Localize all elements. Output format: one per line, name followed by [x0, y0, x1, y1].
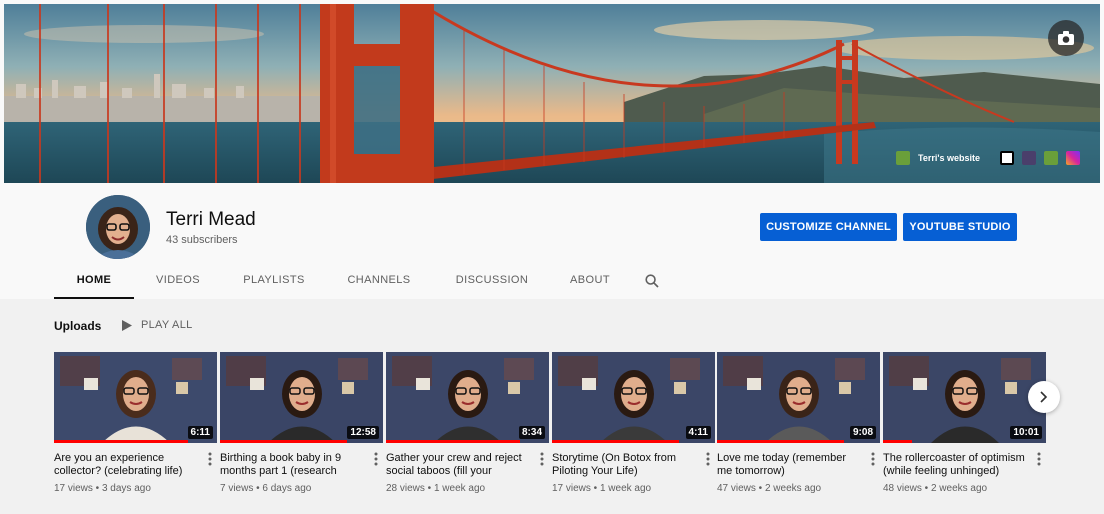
video-card[interactable]: 12:58 Birthing a book baby in 9 months pa… [220, 352, 383, 494]
tab-home[interactable]: HOME [54, 263, 134, 299]
watched-progress-bar [883, 440, 912, 443]
video-title[interactable]: Storytime (On Botox from Piloting Your L… [552, 452, 694, 478]
video-card[interactable]: 10:01 The rollercoaster of optimism (whil… [883, 352, 1046, 494]
instagram-icon[interactable] [1066, 151, 1080, 165]
video-menu-button[interactable] [703, 451, 713, 467]
watched-progress-bar [386, 440, 520, 443]
channel-search-button[interactable] [642, 263, 662, 299]
medium-icon[interactable] [1000, 151, 1014, 165]
uploads-title[interactable]: Uploads [54, 319, 101, 333]
subscriber-count: 43 subscribers [166, 234, 238, 246]
shelf-next-button[interactable] [1028, 381, 1060, 413]
video-duration: 10:01 [1010, 426, 1042, 439]
customize-channel-button[interactable]: CUSTOMIZE CHANNEL [760, 213, 897, 241]
more-vert-icon [706, 452, 710, 466]
video-meta: 47 views • 2 weeks ago [717, 483, 822, 494]
change-banner-button[interactable] [1048, 20, 1084, 56]
channel-name: Terri Mead [166, 209, 256, 230]
video-duration: 6:11 [187, 426, 213, 439]
website-link[interactable]: Terri's website [918, 153, 980, 163]
watched-progress-bar [717, 440, 844, 443]
tab-playlists[interactable]: PLAYLISTS [222, 263, 326, 299]
channel-tabs: HOME VIDEOS PLAYLISTS CHANNELS DISCUSSIO… [54, 263, 662, 299]
tab-channels[interactable]: CHANNELS [326, 263, 432, 299]
video-menu-button[interactable] [868, 451, 878, 467]
video-title[interactable]: Are you an experience collector? (celebr… [54, 452, 196, 478]
video-thumbnail[interactable]: 4:11 [552, 352, 715, 443]
more-vert-icon [871, 452, 875, 466]
video-menu-button[interactable] [371, 451, 381, 467]
search-icon [645, 274, 659, 288]
play-all-button[interactable]: PLAY ALL [122, 319, 193, 331]
channel-header: Terri Mead 43 subscribers CUSTOMIZE CHAN… [4, 183, 1100, 299]
tab-videos[interactable]: VIDEOS [134, 263, 222, 299]
website-icon-2[interactable] [1044, 151, 1058, 165]
video-title[interactable]: Love me today (remember me tomorrow) [717, 452, 859, 478]
website-icon[interactable] [896, 151, 910, 165]
video-duration: 12:58 [347, 426, 379, 439]
video-thumbnail[interactable]: 12:58 [220, 352, 383, 443]
video-title[interactable]: Gather your crew and reject social taboo… [386, 452, 528, 478]
video-thumbnail[interactable]: 9:08 [717, 352, 880, 443]
more-vert-icon [1037, 452, 1041, 466]
channel-banner: Terri's website [4, 4, 1100, 183]
camera-icon [1058, 31, 1074, 45]
video-meta: 17 views • 1 week ago [552, 483, 652, 494]
watched-progress-bar [552, 440, 679, 443]
video-card[interactable]: 6:11 Are you an experience collector? (ce… [54, 352, 217, 494]
video-card[interactable]: 4:11 Storytime (On Botox from Piloting Yo… [552, 352, 715, 494]
more-vert-icon [374, 452, 378, 466]
video-meta: 28 views • 1 week ago [386, 483, 486, 494]
chevron-right-icon [1040, 391, 1048, 403]
uploads-shelf: Uploads PLAY ALL 6:11 Are you an experien… [0, 299, 1104, 514]
video-meta: 17 views • 3 days ago [54, 483, 151, 494]
video-menu-button[interactable] [205, 451, 215, 467]
video-card[interactable]: 9:08 Love me today (remember me tomorrow)… [717, 352, 880, 494]
podcast-icon[interactable] [1022, 151, 1036, 165]
channel-avatar[interactable] [86, 195, 150, 259]
video-duration: 4:11 [685, 426, 711, 439]
video-thumbnail[interactable]: 10:01 [883, 352, 1046, 443]
youtube-channel-page: Terri's website Terri Mead 43 subscriber… [0, 0, 1104, 514]
video-thumbnail[interactable]: 8:34 [386, 352, 549, 443]
video-card[interactable]: 8:34 Gather your crew and reject social t… [386, 352, 549, 494]
youtube-studio-button[interactable]: YOUTUBE STUDIO [903, 213, 1017, 241]
play-icon [122, 319, 132, 331]
video-duration: 8:34 [518, 426, 545, 439]
more-vert-icon [540, 452, 544, 466]
video-meta: 48 views • 2 weeks ago [883, 483, 988, 494]
video-title[interactable]: The rollercoaster of optimism (while fee… [883, 452, 1025, 478]
video-title[interactable]: Birthing a book baby in 9 months part 1 … [220, 452, 362, 478]
video-menu-button[interactable] [537, 451, 547, 467]
tab-about[interactable]: ABOUT [552, 263, 628, 299]
banner-links: Terri's website [896, 151, 1080, 165]
video-duration: 9:08 [849, 426, 876, 439]
video-menu-button[interactable] [1034, 451, 1044, 467]
video-thumbnail[interactable]: 6:11 [54, 352, 217, 443]
watched-progress-bar [54, 440, 188, 443]
watched-progress-bar [220, 440, 347, 443]
video-meta: 7 views • 6 days ago [220, 483, 312, 494]
more-vert-icon [208, 452, 212, 466]
play-all-label: PLAY ALL [141, 319, 193, 331]
tab-discussion[interactable]: DISCUSSION [432, 263, 552, 299]
avatar-image [86, 195, 150, 259]
